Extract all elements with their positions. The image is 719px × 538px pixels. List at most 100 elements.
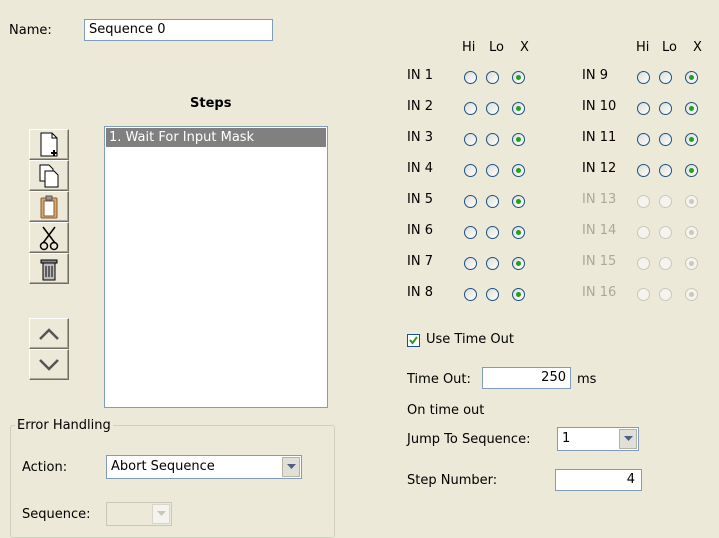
action-select[interactable]: Abort Sequence <box>106 455 302 479</box>
dropdown-button[interactable] <box>282 457 300 477</box>
radio-hi[interactable] <box>637 133 650 146</box>
radio-x[interactable] <box>512 71 525 84</box>
radio-hi[interactable] <box>637 71 650 84</box>
radio-x[interactable] <box>685 71 698 84</box>
dropdown-arrow-icon <box>623 436 633 441</box>
radio-hi[interactable] <box>637 226 650 239</box>
radio-x[interactable] <box>685 164 698 177</box>
radio-hi[interactable] <box>464 226 477 239</box>
jump-to-sequence-select[interactable]: 1 <box>557 427 639 451</box>
name-label: Name: <box>9 23 52 38</box>
dropdown-button[interactable] <box>619 429 637 449</box>
action-value: Abort Sequence <box>111 459 215 474</box>
input-label: IN 1 <box>407 68 433 83</box>
radio-x[interactable] <box>685 288 698 301</box>
radio-x[interactable] <box>685 195 698 208</box>
x-header: X <box>693 40 702 55</box>
move-down-button[interactable] <box>29 349 69 380</box>
dropdown-arrow-icon <box>286 464 296 469</box>
radio-x[interactable] <box>685 102 698 115</box>
radio-lo[interactable] <box>659 226 672 239</box>
input-label: IN 8 <box>407 285 433 300</box>
radio-lo[interactable] <box>486 133 499 146</box>
radio-hi[interactable] <box>464 257 477 270</box>
radio-x[interactable] <box>512 195 525 208</box>
new-step-button[interactable] <box>29 129 69 160</box>
radio-lo[interactable] <box>659 164 672 177</box>
input-label: IN 10 <box>582 99 617 114</box>
clipboard-icon <box>40 195 58 218</box>
move-up-button[interactable] <box>29 318 69 349</box>
timeout-input[interactable]: 250 <box>482 367 571 389</box>
dropdown-arrow-icon <box>156 511 166 516</box>
radio-hi[interactable] <box>464 164 477 177</box>
use-timeout-label: Use Time Out <box>426 332 514 347</box>
step-number-label: Step Number: <box>407 473 498 488</box>
error-sequence-select[interactable] <box>106 502 172 526</box>
input-label: IN 6 <box>407 223 433 238</box>
step-number-input[interactable]: 4 <box>555 469 642 491</box>
steps-list[interactable]: 1. Wait For Input Mask <box>104 126 328 408</box>
radio-lo[interactable] <box>486 257 499 270</box>
radio-x[interactable] <box>685 226 698 239</box>
radio-x[interactable] <box>512 164 525 177</box>
radio-lo[interactable] <box>659 195 672 208</box>
cut-step-button[interactable] <box>29 222 69 253</box>
scissors-icon <box>39 226 59 250</box>
jump-to-sequence-value: 1 <box>562 431 571 446</box>
sequence-label: Sequence: <box>22 507 91 522</box>
radio-x[interactable] <box>512 226 525 239</box>
radio-lo[interactable] <box>659 288 672 301</box>
paste-step-button[interactable] <box>29 191 69 222</box>
radio-hi[interactable] <box>637 288 650 301</box>
radio-hi[interactable] <box>464 71 477 84</box>
radio-hi[interactable] <box>464 102 477 115</box>
radio-lo[interactable] <box>486 288 499 301</box>
radio-hi[interactable] <box>637 102 650 115</box>
chevron-down-icon <box>39 358 59 371</box>
radio-x[interactable] <box>512 257 525 270</box>
radio-hi[interactable] <box>464 195 477 208</box>
radio-hi[interactable] <box>637 195 650 208</box>
radio-hi[interactable] <box>464 133 477 146</box>
list-item[interactable]: 1. Wait For Input Mask <box>106 128 326 147</box>
radio-lo[interactable] <box>486 102 499 115</box>
radio-lo[interactable] <box>486 71 499 84</box>
radio-x[interactable] <box>685 133 698 146</box>
radio-lo[interactable] <box>659 71 672 84</box>
timeout-label: Time Out: <box>407 372 471 387</box>
checkmark-icon <box>409 336 418 345</box>
input-label: IN 5 <box>407 192 433 207</box>
input-label: IN 12 <box>582 161 617 176</box>
hi-header: Hi <box>636 40 650 55</box>
input-label: IN 11 <box>582 130 617 145</box>
radio-lo[interactable] <box>659 102 672 115</box>
dropdown-button[interactable] <box>152 504 170 524</box>
radio-hi[interactable] <box>637 257 650 270</box>
input-label: IN 3 <box>407 130 433 145</box>
radio-lo[interactable] <box>659 133 672 146</box>
trash-icon <box>40 259 58 280</box>
input-label: IN 15 <box>582 254 617 269</box>
radio-hi[interactable] <box>637 164 650 177</box>
radio-x[interactable] <box>512 133 525 146</box>
radio-lo[interactable] <box>486 164 499 177</box>
radio-x[interactable] <box>512 288 525 301</box>
use-timeout-checkbox[interactable] <box>407 334 420 347</box>
radio-x[interactable] <box>512 102 525 115</box>
copy-step-button[interactable] <box>29 160 69 191</box>
delete-step-button[interactable] <box>29 253 69 284</box>
radio-lo[interactable] <box>659 257 672 270</box>
radio-lo[interactable] <box>486 226 499 239</box>
input-label: IN 4 <box>407 161 433 176</box>
steps-title: Steps <box>190 96 232 111</box>
timeout-unit: ms <box>577 372 597 387</box>
lo-header: Lo <box>489 40 504 55</box>
input-label: IN 14 <box>582 223 617 238</box>
radio-x[interactable] <box>685 257 698 270</box>
name-input[interactable]: Sequence 0 <box>84 19 273 41</box>
radio-lo[interactable] <box>486 195 499 208</box>
input-label: IN 13 <box>582 192 617 207</box>
radio-hi[interactable] <box>464 288 477 301</box>
new-document-icon <box>40 132 58 156</box>
